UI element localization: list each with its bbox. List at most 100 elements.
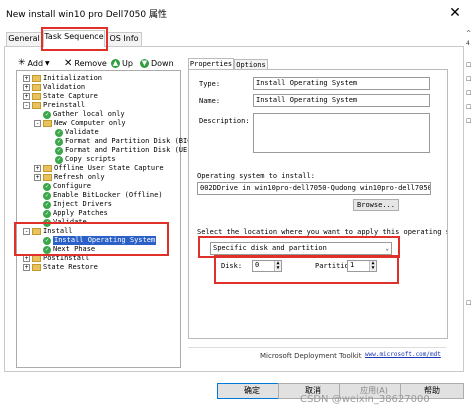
tree-node-label: Initialization [43, 74, 103, 82]
expand-icon[interactable]: + [34, 165, 41, 172]
side-checkbox-icon: ☐ [466, 300, 472, 307]
tree-node-label: Offline User State Capture [54, 164, 164, 172]
folder-icon [32, 93, 41, 100]
expand-icon[interactable]: + [23, 93, 30, 100]
expand-icon[interactable]: + [23, 84, 30, 91]
tree-node-copy-scripts[interactable]: ✓ Copy scripts [55, 155, 116, 164]
tree-node-label: Refresh only [54, 173, 105, 181]
mdt-link[interactable]: www.microsoft.com/mdt [365, 351, 441, 358]
tree-node-label: Apply Patches [53, 209, 108, 217]
side-checkbox-icon: ☐ [466, 62, 472, 69]
tree-node-initialization[interactable]: + Initialization [23, 74, 102, 83]
annotation-box-tab [41, 27, 108, 51]
tree-node-refresh-only[interactable]: + Refresh only [34, 173, 105, 182]
expand-icon[interactable]: + [34, 174, 41, 181]
tree-node-label: New Computer only [54, 119, 126, 127]
remove-button[interactable]: ✕ Remove [64, 57, 107, 69]
tree-node-bitlocker[interactable]: ✓ Enable BitLocker (Offline) [43, 191, 163, 200]
ok-button[interactable]: 确定 [217, 383, 287, 399]
remove-icon: ✕ [64, 57, 73, 69]
tree-node-state-restore[interactable]: + State Restore [23, 263, 98, 272]
tree-node-format-uefi[interactable]: ✓ Format and Partition Disk (UEFI) [55, 146, 200, 155]
tree-node-apply-patches[interactable]: ✓ Apply Patches [43, 209, 108, 218]
side-mark: ^ [466, 30, 472, 37]
browse-button[interactable]: Browse... [353, 199, 399, 211]
check-icon: ✓ [55, 137, 63, 146]
check-icon: ✓ [55, 128, 63, 137]
type-field: Install Operating System [253, 77, 430, 90]
up-button[interactable]: ▲ Up [111, 57, 133, 69]
down-label: Down [151, 58, 174, 68]
expand-icon[interactable]: + [23, 75, 30, 82]
folder-icon [43, 120, 52, 127]
tree-node-new-computer[interactable]: - New Computer only [34, 119, 126, 128]
tree-node-inject-drivers[interactable]: ✓ Inject Drivers [43, 200, 112, 209]
tree-node-gather[interactable]: ✓ Gather local only [43, 110, 125, 119]
name-label: Name: [199, 97, 221, 105]
tree-node-format-bios[interactable]: ✓ Format and Partition Disk (BIOS) [55, 137, 200, 146]
tree-node-label: Validate [65, 128, 99, 136]
tree-node-label: Format and Partition Disk (BIOS) [65, 137, 200, 145]
tree-node-label: Configure [53, 182, 91, 190]
tree-node-configure[interactable]: ✓ Configure [43, 182, 91, 191]
tree-node-label: Copy scripts [65, 155, 116, 163]
side-checkbox-icon: ☐ [466, 118, 472, 125]
footer-divider [188, 347, 446, 348]
tree-node-state-capture[interactable]: + State Capture [23, 92, 98, 101]
close-icon[interactable]: ✕ [444, 3, 466, 23]
collapse-icon[interactable]: - [34, 120, 41, 127]
tree-node-label: State Capture [43, 92, 98, 100]
check-icon: ✓ [43, 182, 51, 191]
check-icon: ✓ [55, 155, 63, 164]
task-sequence-tree[interactable]: + Initialization + Validation + State Captu… [16, 70, 200, 368]
name-field[interactable]: Install Operating System [253, 94, 430, 107]
down-arrow-icon: ▼ [140, 58, 149, 68]
folder-icon [32, 264, 41, 271]
tree-node-validation[interactable]: + Validation [23, 83, 85, 92]
down-button[interactable]: ▼ Down [140, 57, 174, 69]
description-field[interactable] [253, 113, 430, 153]
check-icon: ✓ [43, 200, 51, 209]
window-title: New install win10 pro Dell7050 属性 [6, 10, 167, 20]
expand-icon[interactable]: + [23, 255, 30, 262]
side-checkbox-icon: ☐ [466, 76, 472, 83]
tree-node-preinstall[interactable]: - Preinstall [23, 101, 85, 110]
folder-icon [32, 84, 41, 91]
brand-text: Microsoft Deployment Toolkit [260, 352, 362, 360]
check-icon: ✓ [43, 209, 51, 218]
folder-icon [43, 174, 52, 181]
tree-node-label: Format and Partition Disk (UEFI) [65, 146, 200, 154]
annotation-box-disk [214, 255, 399, 284]
description-label: Description: [199, 117, 250, 125]
properties-panel [188, 69, 448, 339]
side-checkbox-icon: ☐ [466, 90, 472, 97]
side-checkbox-icon: ☐ [466, 104, 472, 111]
folder-icon [32, 255, 41, 262]
location-label: Select the location where you want to ap… [197, 228, 447, 236]
check-icon: ✓ [43, 110, 51, 119]
add-label: Add [27, 58, 44, 68]
dropdown-icon: ▼ [45, 59, 50, 67]
tree-node-label: State Restore [43, 263, 98, 271]
tree-node-label: Inject Drivers [53, 200, 113, 208]
tree-node-label: Validation [43, 83, 86, 91]
tab-os-info[interactable]: OS Info [106, 32, 142, 46]
os-label: Operating system to install: [197, 172, 316, 180]
tree-node-offline-capture[interactable]: + Offline User State Capture [34, 164, 164, 173]
check-icon: ✓ [55, 146, 63, 155]
tab-general[interactable]: General [6, 32, 42, 46]
tree-node-label: Gather local only [53, 110, 125, 118]
add-button[interactable]: ✳ Add ▼ [18, 57, 50, 69]
up-arrow-icon: ▲ [111, 58, 120, 68]
tree-node-validate[interactable]: ✓ Validate [55, 128, 99, 137]
tree-node-label: Preinstall [43, 101, 86, 109]
os-field: 002DDrive in win10pro-dell7050-Qudong wi… [197, 182, 431, 195]
side-mark: 4 [466, 40, 470, 47]
type-label: Type: [199, 80, 221, 88]
add-icon: ✳ [18, 58, 26, 68]
collapse-icon[interactable]: - [23, 102, 30, 109]
watermark: CSDN @weixin_38627000 [300, 394, 430, 405]
check-icon: ✓ [43, 191, 51, 200]
remove-label: Remove [74, 58, 107, 68]
expand-icon[interactable]: + [23, 264, 30, 271]
